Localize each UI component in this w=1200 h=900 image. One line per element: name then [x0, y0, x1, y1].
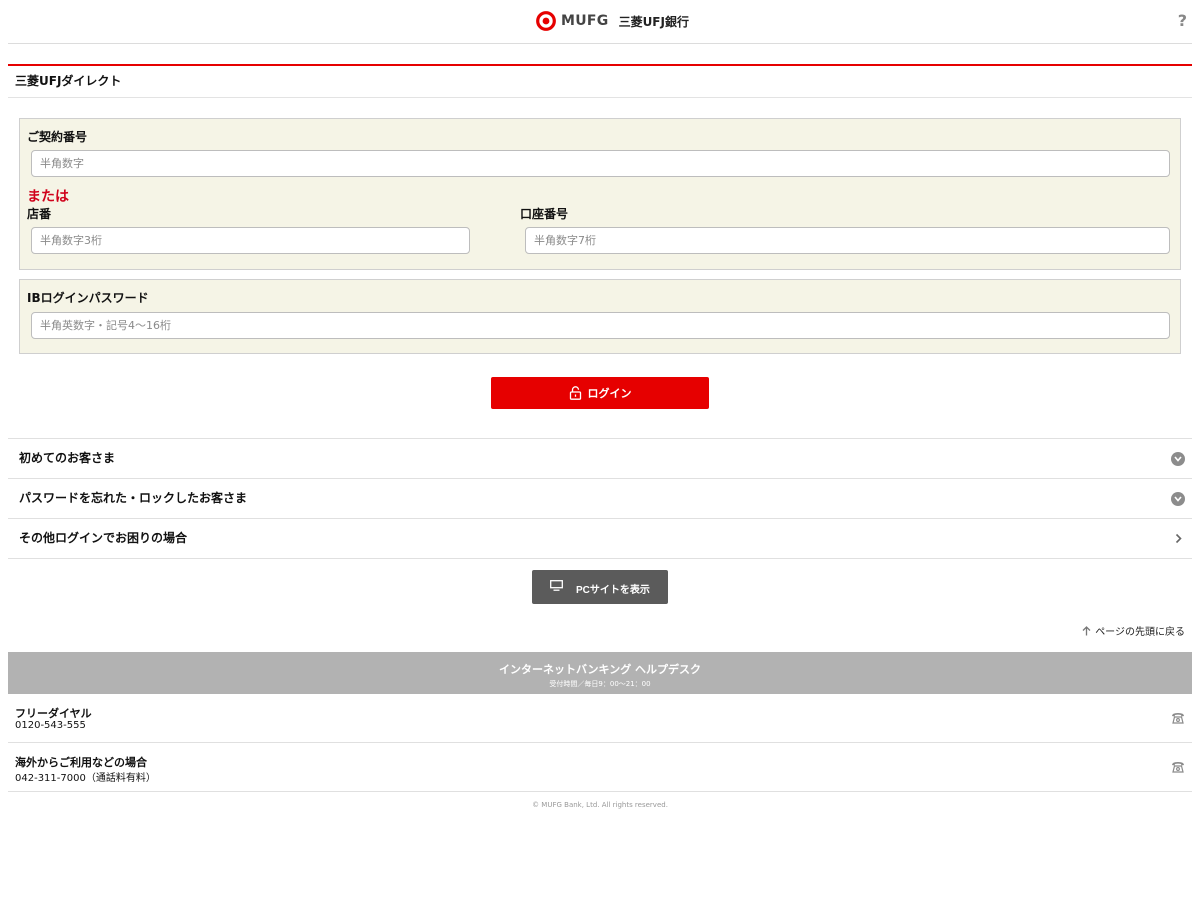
branch-number-label: 店番	[27, 207, 52, 221]
mufg-logo-icon	[536, 11, 556, 31]
helpdesk-banner: インターネットバンキング ヘルプデスク 受付時間／毎日9：00～21：00	[8, 652, 1192, 694]
login-button[interactable]: ログイン	[491, 377, 709, 409]
list-item-label: 初めてのお客さま	[19, 451, 116, 465]
contract-number-label: ご契約番号	[27, 130, 88, 144]
monitor-icon	[550, 580, 563, 591]
unlock-icon	[569, 386, 581, 400]
list-item-forgot-password[interactable]: パスワードを忘れた・ロックしたお客さま	[8, 479, 1192, 519]
or-label: または	[27, 189, 69, 205]
contact-overseas[interactable]: 海外からご利用などの場合 042-311-7000（通話料有料）	[8, 743, 1192, 792]
section-title: 三菱UFJダイレクト	[8, 66, 1192, 98]
chevron-down-circle-icon	[1171, 452, 1185, 466]
branch-number-input[interactable]	[31, 227, 470, 254]
pc-site-label: PCサイトを表示	[576, 585, 650, 596]
brand-name: MUFG	[561, 13, 609, 29]
phone-icon	[1172, 713, 1184, 724]
list-item-label: その他ログインでお困りの場合	[19, 531, 188, 545]
password-form-box: IBログインパスワード	[19, 279, 1181, 354]
chevron-down-circle-icon	[1171, 492, 1185, 506]
copyright: © MUFG Bank, Ltd. All rights reserved.	[532, 801, 668, 809]
pc-site-button[interactable]: PCサイトを表示	[532, 570, 668, 604]
helpdesk-title: インターネットバンキング ヘルプデスク	[498, 663, 702, 676]
account-number-label: 口座番号	[520, 207, 569, 221]
contact-number: 0120-543-555	[15, 720, 86, 731]
help-icon[interactable]: ?	[1178, 11, 1187, 30]
back-to-top-label: ページの先頭に戻る	[1095, 627, 1185, 638]
list-item-label: パスワードを忘れた・ロックしたお客さま	[19, 491, 248, 505]
password-input[interactable]	[31, 312, 1170, 339]
mufg-logo[interactable]: MUFG 三菱UFJ銀行	[536, 10, 689, 32]
back-to-top-link[interactable]: ページの先頭に戻る	[1082, 623, 1185, 638]
login-button-label: ログイン	[587, 388, 632, 400]
bank-name: 三菱UFJ銀行	[618, 14, 689, 29]
contact-title: 海外からご利用などの場合	[15, 756, 147, 769]
password-label: IBログインパスワード	[27, 291, 149, 305]
contact-title: フリーダイヤル	[15, 707, 92, 720]
chevron-right-icon	[1175, 533, 1182, 544]
phone-icon	[1172, 762, 1184, 773]
arrow-up-icon	[1082, 625, 1091, 635]
contact-number: 042-311-7000（通話料有料）	[15, 773, 156, 784]
account-number-input[interactable]	[525, 227, 1170, 254]
account-form-box: ご契約番号 または 店番 口座番号	[19, 118, 1181, 270]
contact-free-dial[interactable]: フリーダイヤル 0120-543-555	[8, 694, 1192, 743]
help-link-list: 初めてのお客さま パスワードを忘れた・ロックしたお客さま その他ログインでお困り…	[8, 438, 1192, 559]
list-item-other-trouble[interactable]: その他ログインでお困りの場合	[8, 519, 1192, 559]
header: MUFG 三菱UFJ銀行 ?	[8, 0, 1192, 44]
helpdesk-hours: 受付時間／毎日9：00～21：00	[549, 680, 651, 688]
list-item-first-time[interactable]: 初めてのお客さま	[8, 439, 1192, 479]
contract-number-input[interactable]	[31, 150, 1170, 177]
